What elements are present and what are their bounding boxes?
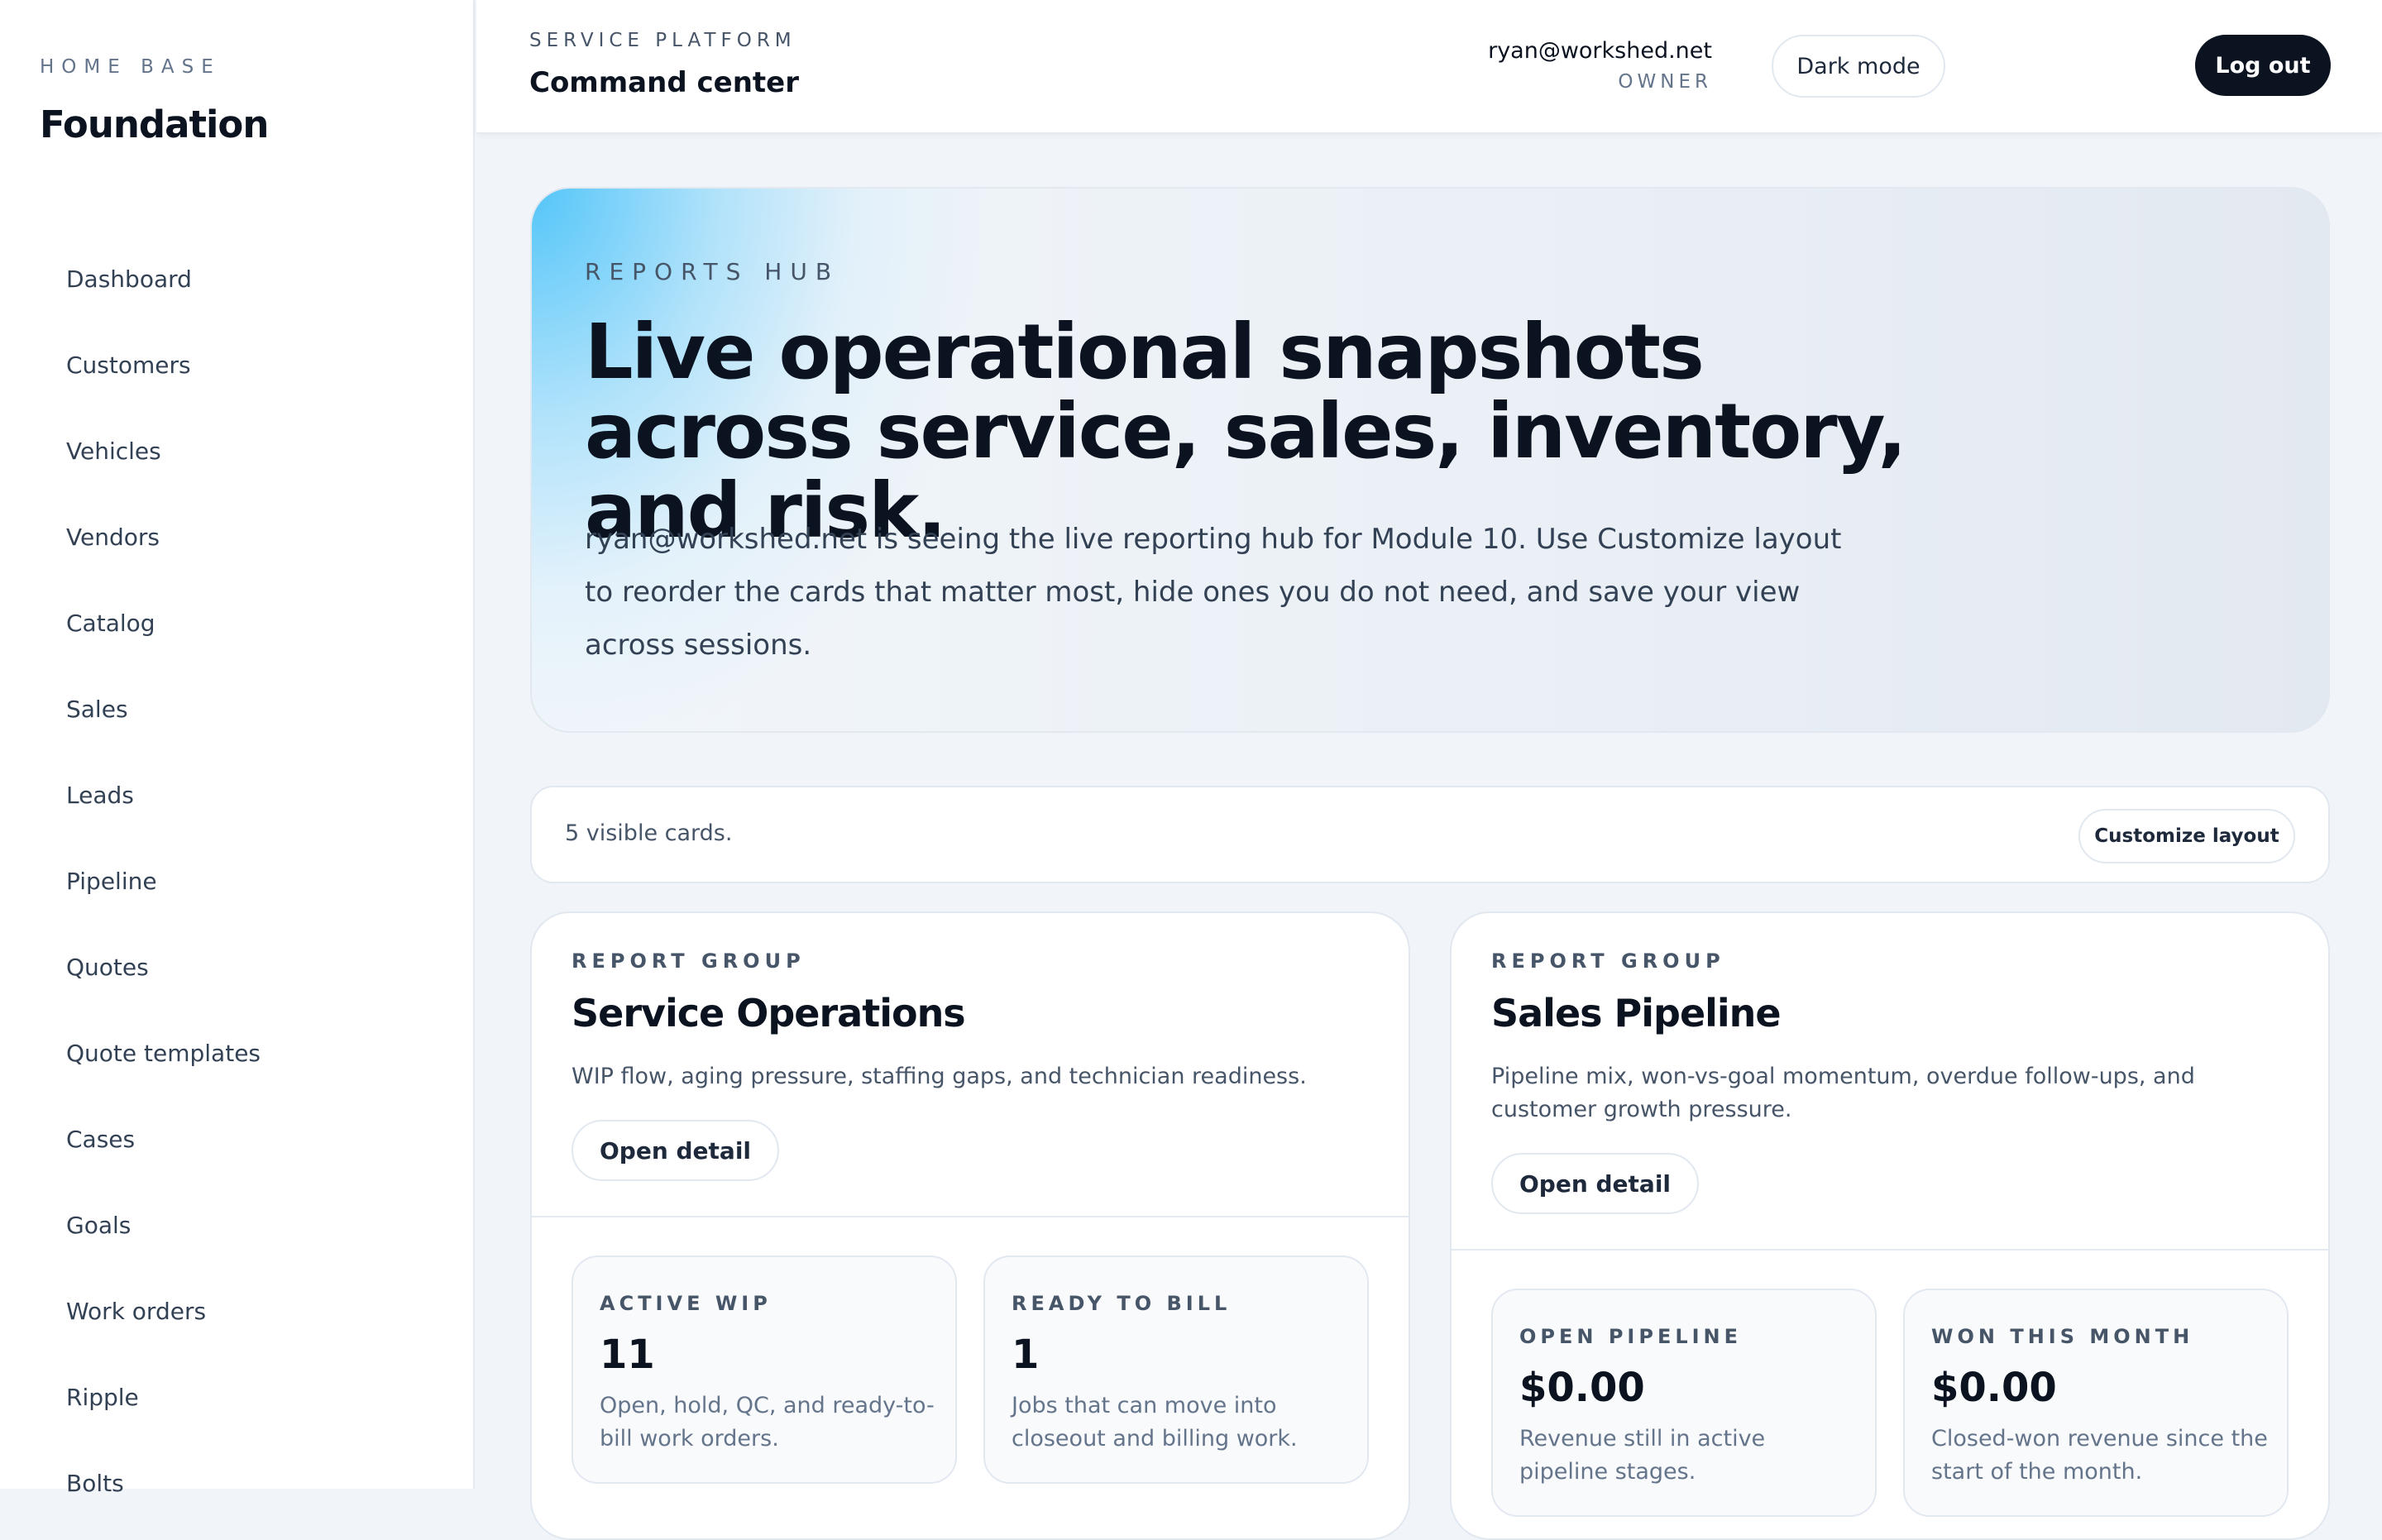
metric-description: Open, hold, QC, and ready-to-bill work o…	[600, 1393, 935, 1452]
sidebar-item-label: Vehicles	[66, 437, 161, 465]
sidebar-item-quote-templates[interactable]: Quote templates	[66, 1010, 261, 1096]
sidebar-item-label: Vendors	[66, 523, 160, 551]
sidebar-item-label: Quotes	[66, 953, 149, 981]
top-bar: SERVICE PLATFORM Command center Dark mod…	[476, 0, 2382, 134]
sidebar-nav: Dashboard Customers Vehicles Vendors Cat…	[66, 236, 261, 1526]
metric-open-pipeline: OPEN PIPELINE $0.00 Revenue still in act…	[1491, 1289, 1877, 1517]
report-card-sales-pipeline: REPORT GROUP Sales Pipeline Pipeline mix…	[1450, 911, 2330, 1540]
metric-ready-to-bill: READY TO BILL 1 Jobs that can move into …	[983, 1255, 1369, 1484]
sidebar-item-ripple[interactable]: Ripple	[66, 1354, 261, 1440]
report-group-title: Sales Pipeline	[1491, 991, 1782, 1035]
sidebar-item-leads[interactable]: Leads	[66, 752, 261, 838]
sidebar-item-catalog[interactable]: Catalog	[66, 580, 261, 666]
metric-won-this-month: WON THIS MONTH $0.00 Closed-won revenue …	[1903, 1289, 2289, 1517]
card-divider	[1452, 1249, 2328, 1251]
logout-button[interactable]: Log out	[2195, 35, 2331, 96]
customize-layout-button[interactable]: Customize layout	[2078, 809, 2295, 863]
cards-toolbar: 5 visible cards. Customize layout	[530, 786, 2330, 883]
dark-mode-button[interactable]: Dark mode	[1772, 35, 1945, 98]
sidebar-item-label: Ripple	[66, 1383, 139, 1411]
sidebar-item-label: Work orders	[66, 1297, 207, 1325]
sidebar-item-label: Goals	[66, 1211, 132, 1239]
metric-description: Jobs that can move into closeout and bil…	[1012, 1393, 1298, 1452]
metric-description: Closed-won revenue since the start of th…	[1931, 1426, 2268, 1485]
sidebar-item-cases[interactable]: Cases	[66, 1096, 261, 1182]
sidebar-item-label: Dashboard	[66, 265, 192, 293]
open-detail-button[interactable]: Open detail	[572, 1120, 780, 1181]
sidebar-item-bolts[interactable]: Bolts	[66, 1440, 261, 1526]
sidebar-item-pipeline[interactable]: Pipeline	[66, 838, 261, 924]
page-title: Command center	[529, 66, 799, 99]
card-divider	[532, 1216, 1409, 1217]
sidebar-item-quotes[interactable]: Quotes	[66, 924, 261, 1010]
sidebar-item-label: Sales	[66, 695, 128, 723]
open-detail-button[interactable]: Open detail	[1491, 1153, 1700, 1214]
visible-cards-count: 5 visible cards.	[565, 820, 733, 846]
sidebar-item-label: Bolts	[66, 1469, 124, 1497]
sidebar-item-label: Customers	[66, 351, 191, 379]
metric-label: WON THIS MONTH	[1931, 1325, 2194, 1348]
sidebar-item-label: Cases	[66, 1125, 136, 1153]
platform-eyebrow: SERVICE PLATFORM	[529, 30, 796, 51]
sidebar-item-label: Leads	[66, 781, 134, 809]
reports-hub-hero: REPORTS HUB Live operational snapshots a…	[530, 187, 2330, 733]
sidebar-item-vehicles[interactable]: Vehicles	[66, 408, 261, 494]
user-email: ryan@workshed.net	[1488, 38, 1712, 64]
metric-label: READY TO BILL	[1012, 1292, 1232, 1315]
sidebar-item-work-orders[interactable]: Work orders	[66, 1268, 261, 1354]
metric-description: Revenue still in active pipeline stages.	[1519, 1426, 1766, 1485]
sidebar-item-customers[interactable]: Customers	[66, 322, 261, 408]
report-group-eyebrow: REPORT GROUP	[1491, 949, 1725, 973]
metric-label: OPEN PIPELINE	[1519, 1325, 1743, 1348]
sidebar-item-label: Catalog	[66, 609, 155, 637]
metric-label: ACTIVE WIP	[600, 1292, 772, 1315]
report-card-service-operations: REPORT GROUP Service Operations WIP flow…	[530, 911, 1410, 1540]
sidebar-item-goals[interactable]: Goals	[66, 1182, 261, 1268]
sidebar-item-dashboard[interactable]: Dashboard	[66, 236, 261, 322]
report-group-description: Pipeline mix, won-vs-goal momentum, over…	[1491, 1064, 2195, 1122]
sidebar: HOME BASE Foundation Dashboard Customers…	[0, 0, 475, 1497]
brand-eyebrow: HOME BASE	[40, 56, 221, 78]
metric-value: $0.00	[1931, 1365, 2057, 1411]
metric-value: 11	[600, 1332, 655, 1378]
report-group-description: WIP flow, aging pressure, staffing gaps,…	[572, 1064, 1307, 1089]
metric-value: $0.00	[1519, 1365, 1645, 1411]
hero-eyebrow: REPORTS HUB	[585, 258, 840, 285]
user-role: OWNER	[1618, 71, 1712, 93]
sidebar-item-label: Quote templates	[66, 1039, 261, 1067]
metric-value: 1	[1012, 1332, 1040, 1378]
brand-title: Foundation	[40, 103, 269, 146]
hero-description: ryan@workshed.net is seeing the live rep…	[585, 523, 1842, 662]
report-group-title: Service Operations	[572, 991, 966, 1035]
report-group-eyebrow: REPORT GROUP	[572, 949, 806, 973]
sidebar-item-vendors[interactable]: Vendors	[66, 494, 261, 580]
metric-active-wip: ACTIVE WIP 11 Open, hold, QC, and ready-…	[572, 1255, 957, 1484]
sidebar-item-sales[interactable]: Sales	[66, 666, 261, 752]
sidebar-item-label: Pipeline	[66, 867, 157, 895]
